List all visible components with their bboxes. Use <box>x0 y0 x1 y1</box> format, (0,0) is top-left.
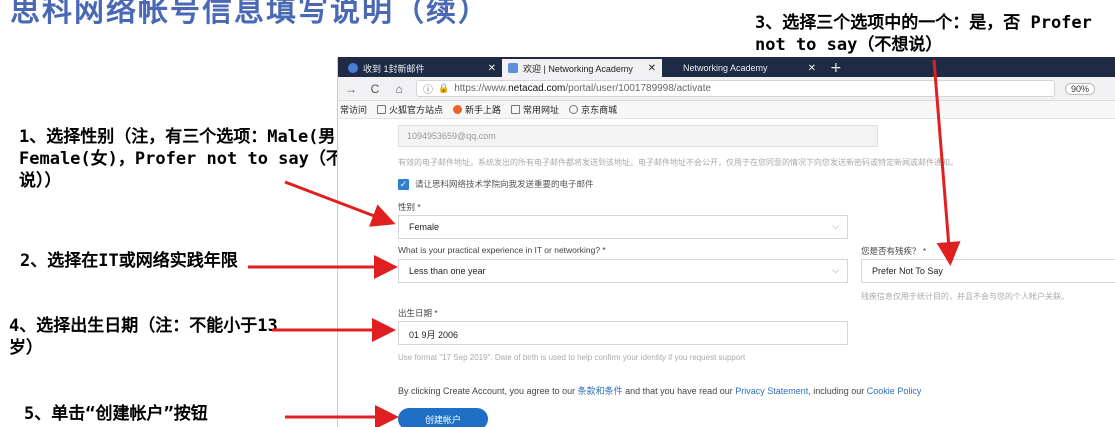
arrow-step-1 <box>284 180 396 227</box>
annotation-arrows <box>248 59 961 427</box>
arrow-step-3 <box>932 59 961 266</box>
